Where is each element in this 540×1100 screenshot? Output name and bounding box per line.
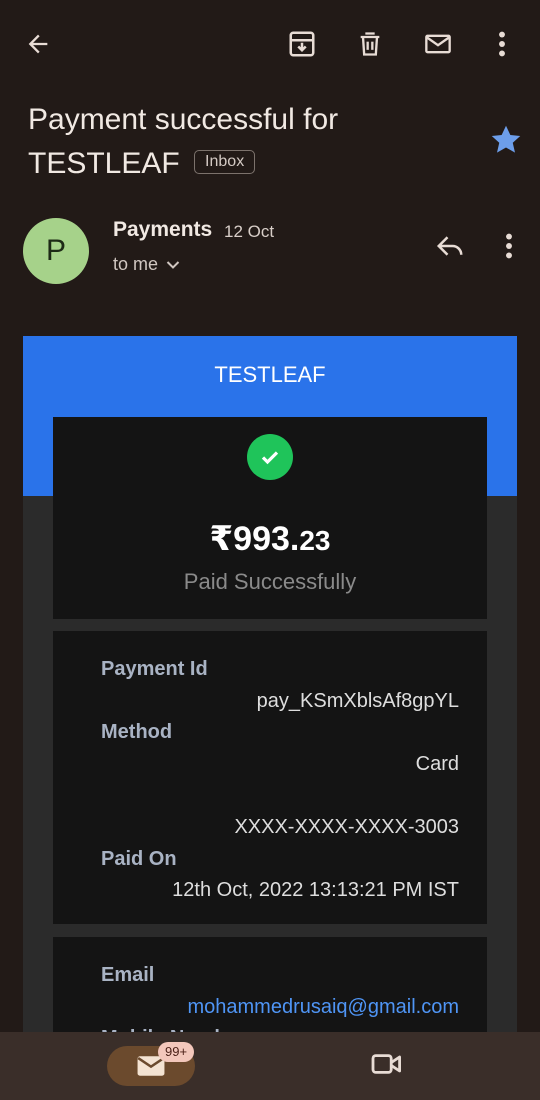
unread-count-badge: 99+ — [158, 1042, 195, 1062]
email-subject: Payment successful for TESTLEAF Inbox — [28, 98, 468, 186]
sender-name: Payments — [113, 218, 213, 241]
email-body: TESTLEAF ₹993.23 Paid Successfully Payme… — [23, 336, 517, 1036]
email-link[interactable]: mohammedrusaiq@gmail.com — [187, 996, 459, 1019]
brand-name: TESTLEAF — [214, 362, 326, 387]
payment-id-label: Payment Id — [101, 658, 208, 680]
delete-icon — [360, 32, 380, 56]
recipient-label: to me — [113, 254, 159, 274]
archive-button[interactable] — [278, 20, 326, 68]
more-vert-icon — [499, 31, 505, 57]
subject-text: Payment successful for TESTLEAF — [28, 103, 339, 180]
message-more-button[interactable] — [485, 222, 533, 270]
recipient-details[interactable]: to me — [113, 254, 180, 275]
reply-icon — [436, 236, 463, 256]
method-label: Method — [101, 721, 173, 743]
mark-unread-button[interactable] — [414, 20, 462, 68]
bottom-navigation: 99+ — [0, 1032, 540, 1100]
video-icon — [371, 1054, 401, 1074]
check-icon — [261, 451, 279, 465]
chevron-down-icon — [166, 260, 180, 269]
more-vert-icon — [506, 233, 512, 259]
email-date: 12 Oct — [224, 222, 275, 241]
method-value: Card — [415, 753, 459, 775]
mark-unread-icon — [425, 34, 451, 54]
success-badge — [247, 434, 293, 480]
customer-details-panel: Email mohammedrusaiq@gmail.com Mobile Nu… — [53, 937, 487, 1036]
paid-on-label: Paid On — [101, 848, 177, 870]
amount-decimal: 23 — [299, 525, 331, 556]
back-button[interactable] — [14, 20, 62, 68]
payment-status: Paid Successfully — [183, 569, 357, 594]
inbox-label[interactable]: Inbox — [194, 150, 256, 175]
email-label: Email — [101, 964, 155, 986]
card-number: XXXX-XXXX-XXXX-3003 — [234, 816, 459, 838]
payment-amount: ₹993.23 — [53, 519, 487, 559]
top-app-bar — [0, 0, 540, 90]
more-options-button[interactable] — [478, 20, 526, 68]
amount-main: ₹993. — [209, 520, 300, 558]
reply-button[interactable] — [426, 222, 474, 270]
avatar[interactable]: P — [23, 218, 89, 284]
archive-icon — [289, 31, 315, 57]
star-button[interactable] — [488, 122, 524, 158]
paid-on-value: 12th Oct, 2022 13:13:21 PM IST — [172, 879, 459, 901]
payment-details-panel: Payment Id pay_KSmXblsAf8gpYL Method Car… — [53, 631, 487, 924]
star-icon — [491, 125, 521, 153]
payment-id-value: pay_KSmXblsAf8gpYL — [256, 690, 459, 712]
meet-tab[interactable] — [370, 1050, 410, 1082]
back-arrow-icon — [28, 34, 48, 54]
delete-button[interactable] — [346, 20, 394, 68]
payment-summary-panel: ₹993.23 Paid Successfully — [53, 417, 487, 619]
